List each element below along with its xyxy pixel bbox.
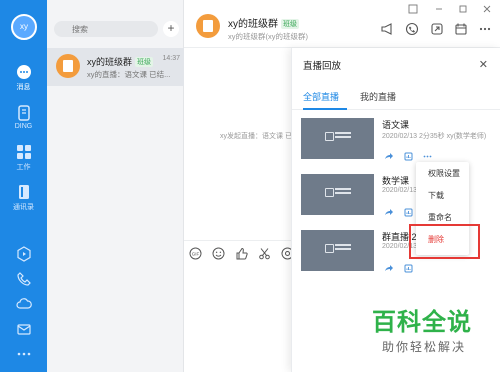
- shortcut-icon[interactable]: [430, 22, 444, 36]
- thumbnail-logo-icon: [325, 242, 351, 256]
- user-avatar[interactable]: xy: [11, 14, 37, 40]
- thumbnail-logo-icon: [325, 130, 351, 144]
- more-dots-icon[interactable]: [16, 346, 32, 362]
- replay-thumbnail[interactable]: [301, 118, 374, 159]
- grid-icon: [16, 145, 31, 159]
- menu-item-rename[interactable]: 重命名: [428, 212, 452, 223]
- scissors-icon[interactable]: [258, 247, 271, 260]
- stats-icon[interactable]: [404, 264, 413, 273]
- calendar-icon[interactable]: [454, 22, 468, 36]
- cloud-icon[interactable]: [16, 296, 32, 312]
- tab-my-live[interactable]: 我的直播: [360, 90, 396, 103]
- share-icon[interactable]: [384, 208, 393, 217]
- nav-contacts-label: 通讯录: [13, 204, 34, 211]
- ding-icon: [17, 105, 30, 121]
- nav-ding-label: DING: [14, 123, 33, 130]
- chat-class-badge: 班级: [281, 19, 299, 29]
- conversation-list-panel: + xy的班级群班级 14:37 xy的直播：语文课 已结...: [47, 0, 184, 372]
- stats-icon[interactable]: [404, 208, 413, 217]
- gif-icon[interactable]: GIF: [189, 247, 202, 260]
- pin-window-icon[interactable]: [408, 4, 418, 14]
- replay-thumbnail[interactable]: [301, 230, 374, 271]
- chat-title: xy的班级群 班级: [228, 15, 299, 30]
- nav-messages-label: 消息: [16, 84, 31, 91]
- minimize-icon[interactable]: [434, 4, 444, 14]
- maximize-icon[interactable]: [458, 4, 468, 14]
- svg-text:GIF: GIF: [192, 251, 200, 256]
- replay-item-meta: 2020/02/13 2分35秒 xy(数学老师): [382, 133, 487, 140]
- nav-contacts[interactable]: 通讯录: [0, 184, 47, 212]
- chat-bubble-icon: [16, 65, 31, 79]
- share-icon[interactable]: [384, 264, 393, 273]
- conversation-name-text: xy的班级群: [87, 57, 133, 67]
- megaphone-icon[interactable]: [380, 22, 394, 36]
- class-badge: 班级: [135, 57, 154, 67]
- chat-group-avatar[interactable]: [196, 14, 220, 38]
- more-options-icon[interactable]: [478, 22, 492, 36]
- watermark: 百科全说 助你轻松解决: [372, 310, 492, 355]
- conversation-item[interactable]: xy的班级群 班级 14:37 xy的直播：语文课 已结...: [47, 48, 184, 86]
- replay-item-name: 语文课: [382, 120, 410, 130]
- menu-item-download[interactable]: 下载: [428, 190, 444, 201]
- chat-header: xy的班级群 班级 xy的班级群(xy的班级群): [184, 0, 500, 48]
- replay-item-meta: 2020/02/13: [382, 187, 418, 194]
- emoji-icon[interactable]: [212, 247, 225, 260]
- conversation-name: xy的班级群 班级: [87, 55, 154, 68]
- share-icon[interactable]: [384, 152, 393, 161]
- group-avatar: [56, 54, 80, 78]
- close-window-icon[interactable]: [482, 4, 492, 14]
- video-play-icon[interactable]: [16, 246, 32, 262]
- conversation-preview: xy的直播：语文课 已结...: [87, 70, 171, 79]
- chat-subtitle: xy的班级群(xy的班级群): [228, 32, 308, 41]
- add-button[interactable]: +: [163, 21, 179, 37]
- watermark-title: 百科全说: [372, 309, 472, 336]
- thumbs-up-icon[interactable]: [235, 247, 248, 260]
- left-nav-rail: xy 消息 DING 工作 通讯录: [0, 0, 47, 372]
- replay-item-name: 数学课: [382, 176, 410, 186]
- replay-item[interactable]: 语文课 2020/02/13 2分35秒 xy(数学老师): [301, 118, 500, 168]
- mail-icon[interactable]: [16, 321, 32, 337]
- replay-thumbnail[interactable]: [301, 174, 374, 215]
- more-icon[interactable]: [423, 152, 432, 161]
- close-panel-icon[interactable]: ✕: [479, 58, 488, 71]
- nav-ding[interactable]: DING: [0, 105, 47, 130]
- replay-panel-title: 直播回放: [303, 61, 342, 72]
- watermark-subtitle: 助你轻松解决: [382, 340, 467, 354]
- chat-title-text: xy的班级群: [228, 19, 278, 30]
- phone-icon[interactable]: [16, 271, 32, 287]
- replay-tabs: 全部直播 我的直播: [292, 88, 500, 110]
- call-icon[interactable]: [405, 22, 419, 36]
- nav-work-label: 工作: [16, 164, 31, 171]
- active-tab-indicator: [303, 108, 347, 110]
- menu-item-permissions[interactable]: 权限设置: [428, 168, 460, 179]
- nav-messages[interactable]: 消息: [0, 64, 47, 92]
- tab-all-live[interactable]: 全部直播: [303, 90, 339, 103]
- highlight-box: [409, 224, 480, 259]
- stats-icon[interactable]: [404, 152, 413, 161]
- replay-item[interactable]: 数学课 2020/02/13: [301, 174, 500, 224]
- nav-work[interactable]: 工作: [0, 144, 47, 172]
- contacts-book-icon: [18, 185, 29, 199]
- conversation-time: 14:37: [162, 55, 180, 62]
- search-input[interactable]: [54, 21, 158, 37]
- thumbnail-logo-icon: [325, 186, 351, 200]
